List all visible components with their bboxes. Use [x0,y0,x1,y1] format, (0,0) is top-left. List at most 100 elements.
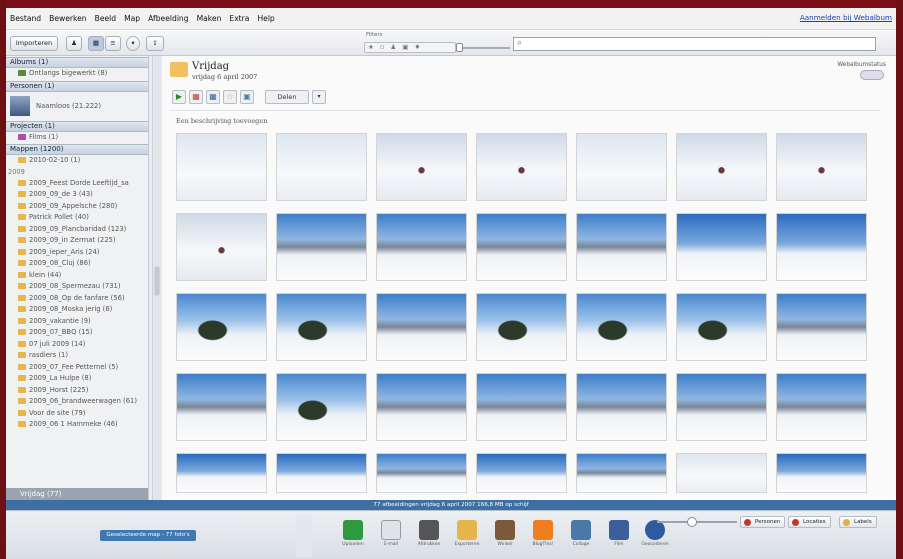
photo-thumbnail[interactable] [676,213,767,281]
photo-thumbnail[interactable] [776,373,867,441]
photo-thumbnail[interactable] [376,453,467,493]
photo-thumbnail[interactable] [776,133,867,201]
photo-thumbnail[interactable] [576,373,667,441]
slideshow-button[interactable]: ▶ [172,90,186,104]
movie-button[interactable]: ▦ [189,90,203,104]
photo-thumbnail[interactable] [476,453,567,493]
tool-print[interactable]: Afdrukken [412,520,446,547]
photo-thumbnail[interactable] [476,293,567,361]
menu-afbeelding[interactable]: Afbeelding [144,14,192,23]
menu-help[interactable]: Help [253,14,278,23]
sidebar-item-folder[interactable]: rasdiers (1) [6,350,148,362]
filters-bar[interactable]: ★ ▫ ♟ ▣ ♦ [364,42,456,53]
zoom-slider[interactable] [657,517,737,527]
photo-thumbnail[interactable] [676,453,767,493]
sidebar-item-folder[interactable]: Voor de site (79) [6,408,148,420]
sidebar-item-folder[interactable]: 2009_07_Fee Petternel (5) [6,362,148,374]
sidebar-item-selected[interactable]: Vrijdag (77) [6,488,148,500]
sidebar-item-folder[interactable]: 2009_08_Spermezau (731) [6,281,148,293]
sidebar-item-album[interactable]: Ontlangs bigewerkt (8) [6,68,148,80]
sidebar-item-folder[interactable]: 07 juli 2009 (14) [6,339,148,351]
places-button[interactable]: Locaties [788,516,831,528]
sidebar-item-folder[interactable]: 2009_09_Appelsche (280) [6,201,148,213]
sidebar-item-folder[interactable]: 2009_Feest Dorde Leeftijd_sa [6,178,148,190]
photo-thumbnail[interactable] [176,453,267,493]
sidebar-item-folder[interactable]: 2010-02-10 (1) [6,155,148,167]
photo-thumbnail[interactable] [276,453,367,493]
sidebar-item-folder[interactable]: 2009_08_Moska jerig (6) [6,304,148,316]
menu-bewerken[interactable]: Bewerken [45,14,91,23]
photo-thumbnail[interactable] [276,293,367,361]
share-dropdown[interactable]: ▾ [312,90,326,104]
photo-thumbnail[interactable] [676,133,767,201]
photo-thumbnail[interactable] [776,213,867,281]
sidebar-item-project[interactable]: Films (1) [6,132,148,144]
list-view-button[interactable]: ≡ [105,36,121,51]
tool-shop[interactable]: Winkel [488,520,522,547]
menu-beeld[interactable]: Beeld [91,14,120,23]
collage-button[interactable]: ▦ [206,90,220,104]
photo-thumbnail[interactable] [576,133,667,201]
photo-thumbnail[interactable] [476,133,567,201]
folder-title[interactable]: Vrijdag [192,61,229,72]
tool-geotag[interactable]: Geocoderen [638,520,672,547]
sidebar-item-folder[interactable]: 2009_ieper_Aris (24) [6,247,148,259]
tool-movie[interactable]: Film [602,520,636,547]
upload-button[interactable]: ⇪ [146,36,164,51]
sidebar-item-folder[interactable]: 2009_Horst (225) [6,385,148,397]
sidebar-item-person[interactable]: Naamloos (21.222) [6,92,148,120]
photo-thumbnail[interactable] [676,373,767,441]
sidebar-item-folder[interactable]: 2009_06 1 Hammeke (46) [6,419,148,431]
sidebar-item-folder[interactable]: 2009_La Hulpe (8) [6,373,148,385]
star-button[interactable]: ☆ [223,90,237,104]
photo-thumbnail[interactable] [776,453,867,493]
photo-thumbnail[interactable] [176,293,267,361]
sidebar-item-folder[interactable]: 2009_08_Cluj (86) [6,258,148,270]
save-button[interactable]: ▣ [240,90,254,104]
photo-thumbnail[interactable] [176,133,267,201]
description-field[interactable]: Een beschrijving toevoegen [176,117,267,125]
sidebar-item-folder[interactable]: 2009_09_in Zermat (225) [6,235,148,247]
photo-thumbnail[interactable] [376,373,467,441]
zoom-slider-knob[interactable] [687,517,697,527]
menu-maken[interactable]: Maken [193,14,226,23]
grid-view-button[interactable]: ▦ [88,36,104,51]
filter-slider-knob[interactable] [456,43,463,52]
tool-upload[interactable]: Uploaden [336,520,370,547]
sidebar-item-folder[interactable]: 2009_vakantie (9) [6,316,148,328]
sidebar-item-folder[interactable]: Patrick Pollet (40) [6,212,148,224]
photo-thumbnail[interactable] [576,213,667,281]
tool-collage[interactable]: Collage [564,520,598,547]
sidebar-scrollbar[interactable] [152,56,161,500]
tags-button[interactable]: Labels [839,516,877,528]
selection-chip[interactable]: Geselecteerde map - 77 foto's [100,530,196,541]
albums-section-header[interactable]: Albums (1) [6,57,148,68]
search-input[interactable]: ⌕ [513,37,876,51]
photo-thumbnail[interactable] [376,293,467,361]
menu-map[interactable]: Map [120,14,144,23]
photo-thumbnail[interactable] [576,453,667,493]
sidebar-item-folder[interactable]: 2009_08_Op de fanfare (56) [6,293,148,305]
photo-thumbnail[interactable] [676,293,767,361]
sidebar-item-folder[interactable]: 2009_09_Plancbaridad (123) [6,224,148,236]
photo-thumbnail[interactable] [476,213,567,281]
signin-link[interactable]: Aanmelden bij Webalbum [800,13,892,22]
people-view-button[interactable]: ♟ [66,36,82,51]
photo-thumbnail[interactable] [476,373,567,441]
photo-thumbnail[interactable] [176,373,267,441]
tool-blog[interactable]: BlogThis! [526,520,560,547]
tool-email[interactable]: E-mail [374,520,408,547]
photo-thumbnail[interactable] [276,213,367,281]
sidebar-item-folder[interactable]: 2009_07_BBQ (15) [6,327,148,339]
menu-dropdown-button[interactable]: ▾ [126,36,140,51]
persons-section-header[interactable]: Personen (1) [6,80,148,92]
photo-thumbnail[interactable] [276,373,367,441]
share-button[interactable]: Delen [265,90,309,104]
photo-thumbnail[interactable] [276,133,367,201]
sidebar-item-folder[interactable]: 2009_09_de 3 (43) [6,189,148,201]
menu-bestand[interactable]: Bestand [6,14,45,23]
webalbum-toggle[interactable] [860,70,884,80]
sidebar-item-folder[interactable]: 2009_06_brandweerwagen (61) [6,396,148,408]
photo-thumbnail[interactable] [176,213,267,281]
photo-thumbnail[interactable] [376,133,467,201]
